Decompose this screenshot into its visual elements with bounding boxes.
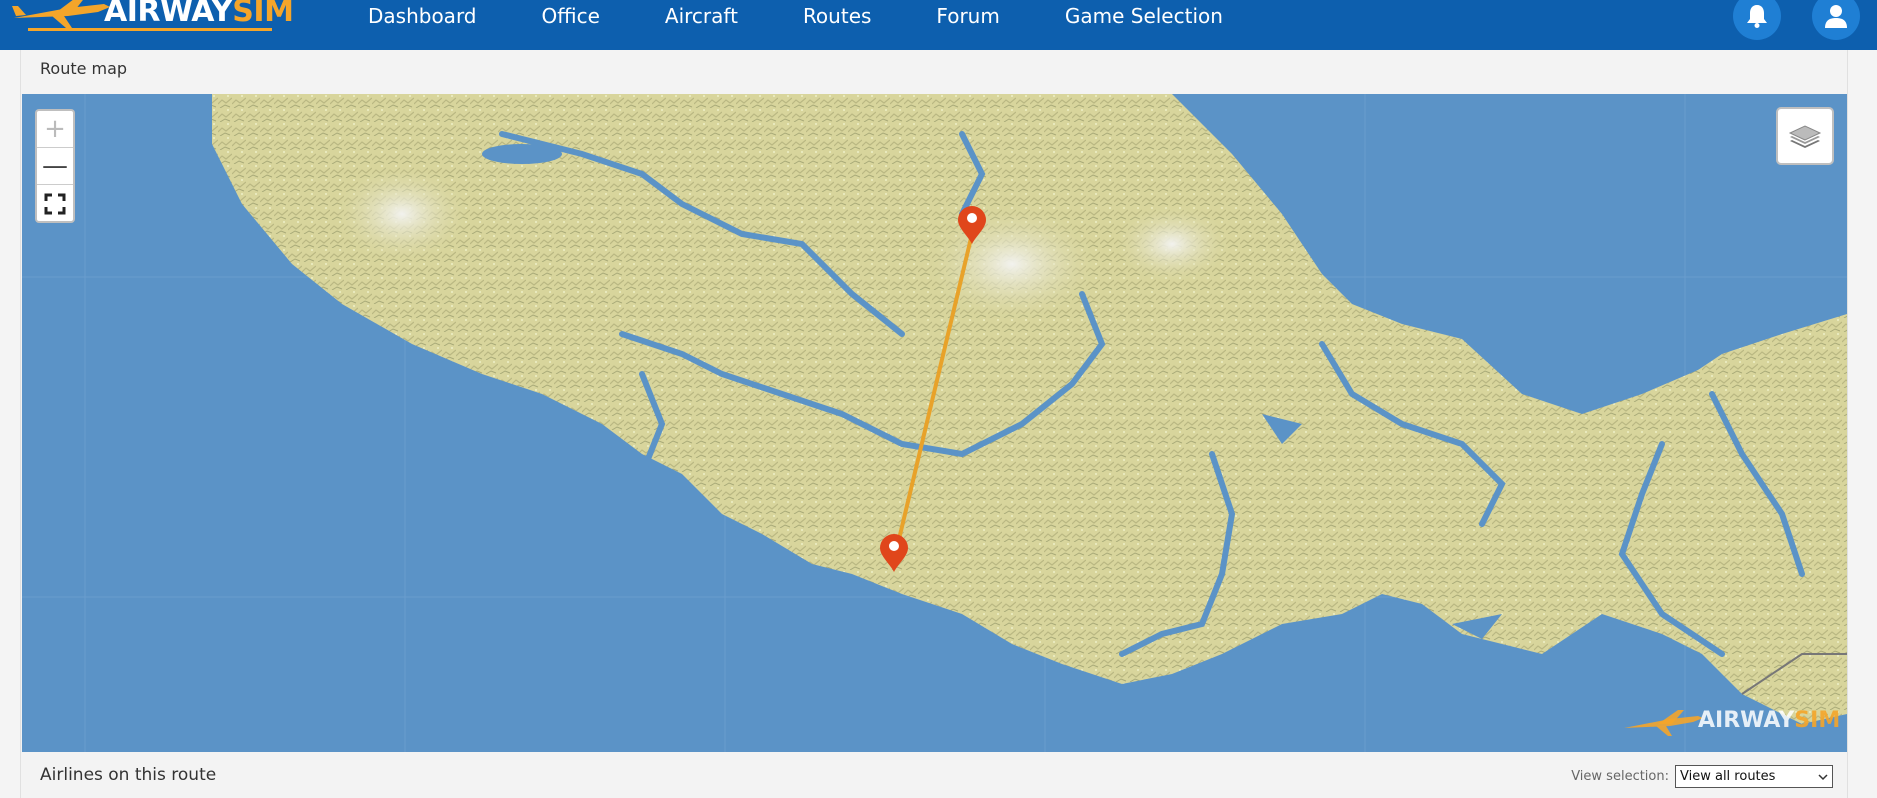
nav-routes[interactable]: Routes bbox=[803, 0, 871, 34]
user-menu-button[interactable] bbox=[1812, 0, 1860, 40]
layers-icon bbox=[1788, 125, 1822, 148]
notifications-button[interactable] bbox=[1733, 0, 1781, 40]
fullscreen-button[interactable] bbox=[37, 185, 73, 221]
airplane-logo-icon bbox=[12, 0, 110, 28]
route-map[interactable]: AIRWAYSIM bbox=[22, 94, 1847, 752]
map-canvas bbox=[22, 94, 1847, 752]
zoom-control: + — bbox=[35, 109, 75, 223]
bell-icon bbox=[1747, 5, 1767, 28]
zoom-out-button[interactable]: — bbox=[37, 148, 73, 185]
airlines-section-title: Airlines on this route bbox=[40, 765, 217, 785]
highland-area bbox=[332, 164, 472, 264]
watermark-text: AIRWAYSIM bbox=[1698, 708, 1841, 733]
nav-dashboard[interactable]: Dashboard bbox=[368, 0, 477, 34]
view-selection-label: View selection: bbox=[1571, 769, 1669, 784]
chevron-down-icon bbox=[1818, 773, 1828, 780]
highland-area bbox=[1112, 204, 1232, 284]
logo-text: AIRWAYSIM bbox=[104, 0, 294, 29]
user-icon bbox=[1825, 5, 1847, 28]
airwaysim-logo[interactable]: AIRWAYSIM bbox=[8, 0, 294, 36]
view-selection-value: View all routes bbox=[1680, 769, 1776, 784]
zoom-in-button[interactable]: + bbox=[37, 111, 73, 148]
route-map-title: Route map bbox=[40, 59, 128, 78]
top-navbar: AIRWAYSIM Dashboard Office Aircraft Rout… bbox=[0, 0, 1877, 50]
view-selection-dropdown[interactable]: View all routes bbox=[1675, 765, 1833, 788]
map-watermark: AIRWAYSIM bbox=[1620, 702, 1840, 742]
fullscreen-icon bbox=[44, 193, 66, 214]
main-nav-menu: Dashboard Office Aircraft Routes Forum G… bbox=[368, 0, 1288, 34]
layers-button[interactable] bbox=[1776, 107, 1834, 165]
nav-aircraft[interactable]: Aircraft bbox=[665, 0, 738, 34]
highland-area bbox=[922, 204, 1102, 324]
nav-forum[interactable]: Forum bbox=[936, 0, 999, 34]
view-selection: View selection: View all routes bbox=[1571, 765, 1833, 788]
nav-office[interactable]: Office bbox=[542, 0, 600, 34]
lake bbox=[482, 144, 562, 164]
watermark-airplane-icon bbox=[1624, 710, 1703, 736]
nav-game-selection[interactable]: Game Selection bbox=[1065, 0, 1223, 34]
logo-underline bbox=[28, 28, 272, 31]
